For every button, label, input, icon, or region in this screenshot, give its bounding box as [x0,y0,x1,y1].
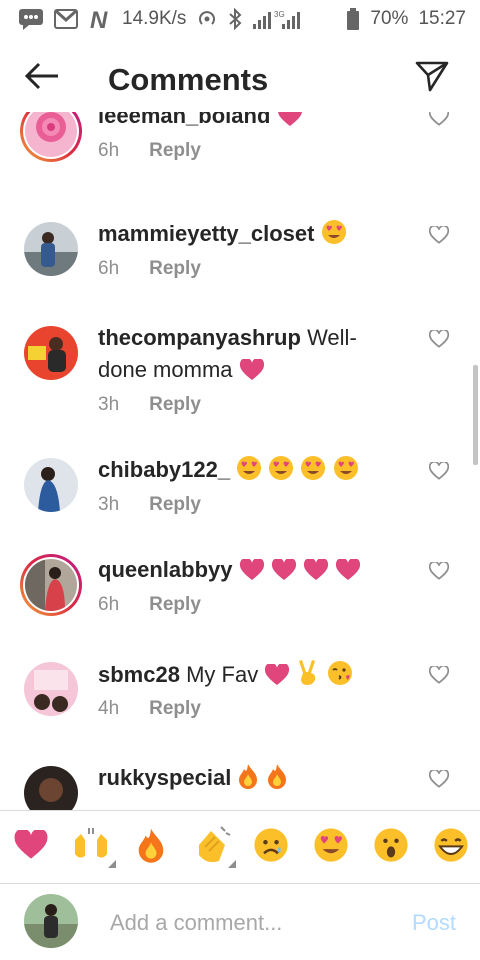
network-speed: 14.9K/s [122,8,187,29]
current-user-avatar [24,894,78,948]
network-type: 3G [274,10,285,19]
avatar[interactable] [20,454,82,516]
heart-outline-icon [428,768,450,793]
like-button[interactable] [426,328,452,354]
emoji-grinning-button[interactable] [430,824,472,870]
avatar[interactable] [20,112,82,162]
battery-level: 70% [370,8,409,29]
header: Comments [0,44,480,114]
message-icon [18,8,44,30]
emoji-surprised-button[interactable] [370,824,412,870]
comment-username[interactable]: thecompanyashrup [98,325,301,350]
comments-list[interactable]: leeemah_boland 6h Reply mammieyetty_clos… [0,112,480,810]
comment-time: 6h [98,258,120,279]
avatar[interactable] [20,218,82,280]
reply-button[interactable]: Reply [149,258,201,280]
back-button[interactable] [22,58,62,98]
fire-icon [136,826,166,869]
comment-time: 3h [98,394,120,415]
emoji-quick-bar [0,810,480,884]
heart-icon [264,662,290,695]
clock: 15:27 [418,8,466,29]
post-button[interactable]: Post [412,910,456,936]
victory-hand-icon [296,658,320,695]
bluetooth-icon [228,8,242,30]
svg-text:N: N [90,8,108,30]
comment-username[interactable]: queenlabbyy [98,557,232,582]
heart-eyes-icon [300,455,326,490]
share-button[interactable] [412,58,452,98]
emoji-sad-button[interactable] [250,824,292,870]
surprised-face-icon [373,827,409,868]
comment-username[interactable]: chibaby122_ [98,457,230,482]
fire-icon [237,763,259,798]
emoji-clapping-button[interactable] [190,824,236,870]
heart-eyes-icon [321,219,347,254]
reply-button[interactable]: Reply [149,698,201,720]
raised-hands-icon [71,826,111,869]
heart-outline-icon [428,224,450,249]
emoji-raised-hands-button[interactable] [70,824,116,870]
page-title: Comments [108,62,269,97]
kiss-face-icon [327,660,353,695]
heart-outline-icon [428,664,450,689]
comment-username[interactable]: rukkyspecial [98,765,231,790]
comment-username[interactable]: mammieyetty_closet [98,221,314,246]
reply-button[interactable]: Reply [149,494,201,516]
like-button[interactable] [426,560,452,586]
clapping-hands-icon [191,825,231,870]
like-button[interactable] [426,664,452,690]
comment-time: 3h [98,494,120,515]
status-bar: N 14.9K/s 3G 70% 15:27 [0,0,480,38]
comment-username[interactable]: sbmc28 [98,662,180,687]
avatar[interactable] [20,658,82,720]
like-button[interactable] [426,768,452,794]
heart-icon [239,557,265,590]
heart-icon [239,357,265,390]
battery-icon [346,8,360,30]
comment-username[interactable]: leeemah_boland [98,112,270,128]
emoji-heart-button[interactable] [10,824,52,870]
comment-time: 6h [98,594,120,615]
comment-text: My Fav [186,662,259,687]
comment-time: 4h [98,698,120,719]
comment-time: 6h [98,140,120,161]
like-button[interactable] [426,112,452,132]
heart-outline-icon [428,560,450,585]
gmail-icon [54,9,78,29]
reply-button[interactable]: Reply [149,140,201,162]
sad-face-icon [253,827,289,868]
heart-icon [303,557,329,590]
grinning-face-icon [433,827,469,868]
heart-eyes-icon [313,827,349,868]
avatar[interactable] [20,322,82,384]
comment-input[interactable] [108,904,392,942]
back-arrow-icon [24,62,60,95]
reply-button[interactable]: Reply [149,594,201,616]
like-button[interactable] [426,224,452,250]
scrollbar[interactable] [473,365,478,465]
heart-outline-icon [428,112,450,131]
like-button[interactable] [426,460,452,486]
heart-outline-icon [428,460,450,485]
reply-button[interactable]: Reply [149,394,201,416]
hotspot-icon [196,8,218,30]
heart-eyes-icon [268,455,294,490]
heart-icon [277,112,303,136]
avatar[interactable] [20,762,82,810]
heart-eyes-icon [236,455,262,490]
heart-icon [335,557,361,590]
emoji-heart-eyes-button[interactable] [310,824,352,870]
fire-icon [266,763,288,798]
avatar[interactable] [20,554,82,616]
heart-outline-icon [428,328,450,353]
heart-icon [271,557,297,590]
heart-icon [13,828,49,865]
comment-composer: Post [0,884,480,960]
app-n-icon: N [88,8,112,30]
signal-icon: 3G [252,8,301,30]
heart-eyes-icon [333,455,359,490]
direct-send-icon [415,60,449,97]
emoji-fire-button[interactable] [130,824,172,870]
